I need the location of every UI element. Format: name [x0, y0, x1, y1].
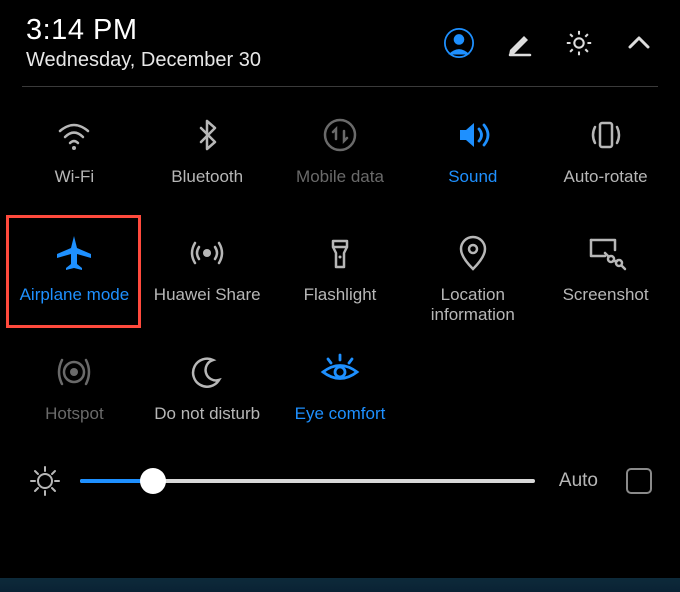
tile-label: Wi-Fi: [55, 167, 95, 187]
mobile-data-icon: [318, 113, 362, 157]
tile-bluetooth[interactable]: Bluetooth: [141, 99, 274, 217]
tiles-grid: Wi-Fi Bluetooth Mobile data: [0, 87, 680, 454]
datetime[interactable]: 3:14 PM Wednesday, December 30: [26, 14, 261, 72]
location-icon: [451, 231, 495, 275]
tile-sound[interactable]: Sound: [406, 99, 539, 217]
tile-eye-comfort[interactable]: Eye comfort: [274, 336, 407, 454]
pencil-icon: [504, 28, 534, 58]
tile-huawei-share[interactable]: Huawei Share: [141, 217, 274, 336]
tile-label: Mobile data: [296, 167, 384, 187]
tile-label: Screenshot: [563, 285, 649, 305]
tile-screenshot[interactable]: Screenshot: [539, 217, 672, 336]
tile-location[interactable]: Location information: [406, 217, 539, 336]
brightness-thumb[interactable]: [140, 468, 166, 494]
screenshot-icon: [584, 231, 628, 275]
edit-button[interactable]: [504, 28, 534, 58]
brightness-icon: [28, 464, 62, 498]
header-actions: [444, 28, 654, 58]
brightness-slider[interactable]: [80, 469, 535, 493]
tile-do-not-disturb[interactable]: Do not disturb: [141, 336, 274, 454]
moon-icon: [185, 350, 229, 394]
tile-label: Sound: [448, 167, 497, 187]
tile-label: Do not disturb: [154, 404, 260, 424]
tile-label: Eye comfort: [295, 404, 386, 424]
header: 3:14 PM Wednesday, December 30: [0, 0, 680, 82]
bluetooth-icon: [185, 113, 229, 157]
tile-label: Huawei Share: [154, 285, 261, 305]
auto-brightness-label: Auto: [559, 470, 598, 492]
tile-label: Auto-rotate: [564, 167, 648, 187]
date-label: Wednesday, December 30: [26, 49, 261, 72]
settings-button[interactable]: [564, 28, 594, 58]
quick-settings-panel: 3:14 PM Wednesday, December 30: [0, 0, 680, 592]
wifi-icon: [52, 113, 96, 157]
gear-icon: [564, 27, 594, 59]
tile-flashlight[interactable]: Flashlight: [274, 217, 407, 336]
tile-wifi[interactable]: Wi-Fi: [8, 99, 141, 217]
airplane-icon: [52, 231, 96, 275]
tile-label: Airplane mode: [20, 285, 130, 305]
chevron-up-icon: [624, 28, 654, 58]
hotspot-icon: [52, 350, 96, 394]
tile-auto-rotate[interactable]: Auto-rotate: [539, 99, 672, 217]
tile-hotspot[interactable]: Hotspot: [8, 336, 141, 454]
user-avatar-button[interactable]: [444, 28, 474, 58]
collapse-button[interactable]: [624, 28, 654, 58]
auto-brightness-checkbox[interactable]: [626, 468, 652, 494]
user-avatar-icon: [444, 26, 474, 60]
tile-label: Bluetooth: [171, 167, 243, 187]
brightness-row: Auto: [0, 454, 680, 498]
tile-label: Location information: [410, 285, 535, 326]
eye-icon: [318, 350, 362, 394]
tile-label: Hotspot: [45, 404, 104, 424]
sound-icon: [451, 113, 495, 157]
auto-rotate-icon: [584, 113, 628, 157]
huawei-share-icon: [185, 231, 229, 275]
tile-airplane-mode[interactable]: Airplane mode: [8, 217, 141, 336]
flashlight-icon: [318, 231, 362, 275]
tile-mobile-data[interactable]: Mobile data: [274, 99, 407, 217]
bottom-strip: [0, 578, 680, 592]
time-label: 3:14 PM: [26, 14, 261, 47]
tile-label: Flashlight: [304, 285, 377, 305]
